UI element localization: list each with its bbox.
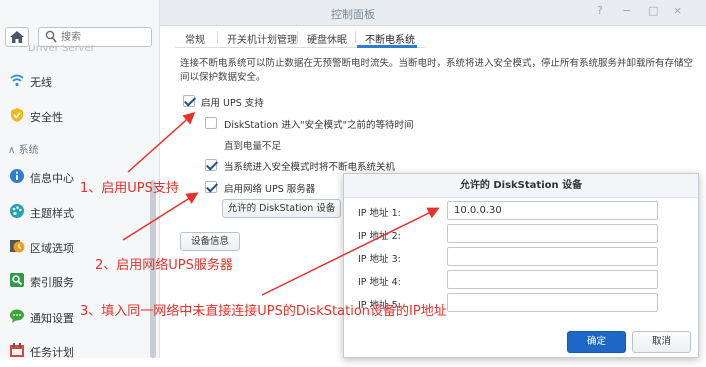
sidebar-section-system[interactable]: ∧ 系统 xyxy=(8,141,39,156)
ok-button[interactable]: 确定 xyxy=(567,331,626,353)
tab-power-schedule[interactable]: 开关机计划管理 xyxy=(227,31,297,46)
tab-separator xyxy=(217,31,218,43)
ip-label-3: IP 地址 3: xyxy=(358,254,401,265)
tab-separator xyxy=(355,31,356,43)
tab-ups[interactable]: 不断电系统 xyxy=(365,31,415,46)
annotation-step-1: 1、启用UPS支持 xyxy=(80,181,179,196)
shutdown-ups-label: 当系统进入安全模式时将不断电系统关机 xyxy=(224,162,396,173)
shutdown-ups-checkbox[interactable] xyxy=(205,159,217,171)
search-box[interactable] xyxy=(38,27,152,47)
close-icon[interactable]: × xyxy=(673,4,682,17)
home-button[interactable] xyxy=(5,27,29,47)
allowed-devices-button[interactable]: 允许的 DiskStation 设备 xyxy=(222,199,341,218)
network-ups-server-label: 启用网络 UPS 服务器 xyxy=(224,184,316,195)
ip-input-1[interactable] xyxy=(447,201,658,220)
enable-ups-checkbox[interactable] xyxy=(183,95,195,107)
info-icon xyxy=(10,169,24,183)
dialog-title: 允许的 DiskStation 设备 xyxy=(344,174,698,198)
home-icon xyxy=(10,31,24,43)
tab-separator xyxy=(297,31,298,43)
chat-bubble-icon xyxy=(10,309,24,323)
ip-input-4[interactable] xyxy=(447,270,658,289)
annotation-step-3: 3、填入同一网络中未直接连接UPS的DiskStation设备的IP地址 xyxy=(80,304,447,319)
cancel-button[interactable]: 取消 xyxy=(632,331,691,353)
allowed-devices-dialog: 允许的 DiskStation 设备 IP 地址 1: IP 地址 2: IP … xyxy=(343,173,699,358)
search-icon xyxy=(45,30,57,43)
index-search-icon xyxy=(10,273,24,287)
annotation-step-2: 2、启用网络UPS服务器 xyxy=(95,258,233,273)
tab-general[interactable]: 常规 xyxy=(185,31,205,46)
chevron-up-icon: ∧ xyxy=(8,145,16,156)
sidebar-item-label: 无线 xyxy=(30,76,52,89)
search-input[interactable] xyxy=(61,30,147,44)
help-icon[interactable]: ? xyxy=(597,4,603,17)
calendar-icon xyxy=(10,343,24,357)
section-label: 系统 xyxy=(18,145,39,156)
network-ups-server-checkbox[interactable] xyxy=(205,181,217,193)
sidebar-item-label: 安全性 xyxy=(30,111,63,124)
clock-icon xyxy=(10,240,25,253)
palette-icon xyxy=(10,204,24,218)
sidebar-item-theme[interactable]: 主题样式 xyxy=(0,198,158,228)
wifi-icon xyxy=(10,74,24,87)
maximize-icon[interactable]: □ xyxy=(648,4,658,17)
sidebar-item-security[interactable]: 安全性 xyxy=(0,102,158,132)
ups-description: 连接不断电系统可以防止数据在无预警断电时流失。当断电时，系统将进入安全模式，停止… xyxy=(180,58,694,83)
tab-hdd-hibernation[interactable]: 硬盘休眠 xyxy=(307,31,347,46)
sidebar-item-wireless[interactable]: 无线 xyxy=(0,67,158,97)
wait-time-label: DiskStation 进入"安全模式"之前的等待时间 xyxy=(224,120,414,131)
ip-label-1: IP 地址 1: xyxy=(358,208,401,219)
enable-ups-label: 启用 UPS 支持 xyxy=(201,98,264,109)
sidebar-item-task-scheduler[interactable]: 任务计划 xyxy=(0,337,158,367)
ip-input-5[interactable] xyxy=(447,293,658,312)
sidebar-item-label: 索引服务 xyxy=(30,276,74,289)
sidebar-item-label: 通知设置 xyxy=(30,312,74,325)
ip-label-4: IP 地址 4: xyxy=(358,277,401,288)
sidebar-item-label: 主题样式 xyxy=(30,207,74,220)
ip-input-3[interactable] xyxy=(447,247,658,266)
ip-label-2: IP 地址 2: xyxy=(358,231,401,242)
sidebar-item-clipped[interactable]: Driver Server xyxy=(28,45,95,53)
active-tab-indicator xyxy=(357,45,417,48)
until-low-battery-text: 直到电量不足 xyxy=(224,141,282,152)
wait-time-checkbox[interactable] xyxy=(205,117,217,129)
sidebar-item-label: 区域选项 xyxy=(30,242,74,255)
sidebar-item-label: 信息中心 xyxy=(30,172,74,185)
minimize-icon[interactable]: − xyxy=(622,4,631,17)
shield-icon xyxy=(11,108,23,122)
device-info-button[interactable]: 设备信息 xyxy=(180,232,240,251)
ip-input-2[interactable] xyxy=(447,224,658,243)
